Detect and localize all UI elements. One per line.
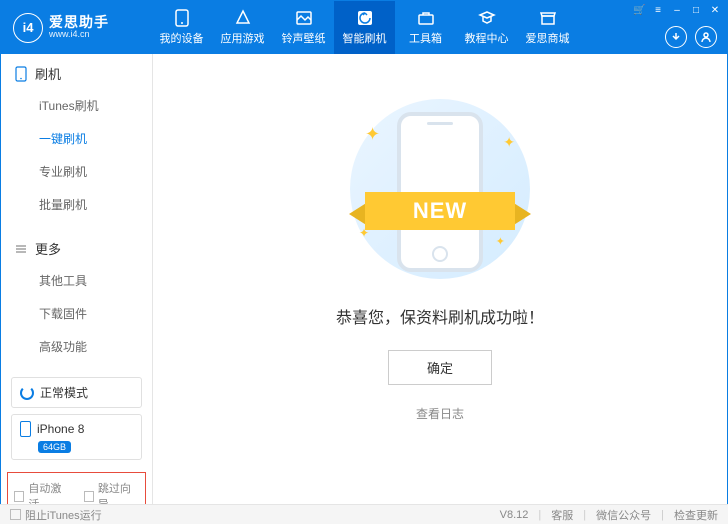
- sidebar-item-itunes-flash[interactable]: iTunes刷机: [1, 89, 152, 122]
- more-icon: [15, 243, 27, 255]
- maximize-icon[interactable]: □: [690, 5, 702, 16]
- nav-apps[interactable]: 应用游戏: [212, 1, 273, 54]
- menu-icon[interactable]: ≡: [652, 5, 664, 16]
- view-log-link[interactable]: 查看日志: [416, 405, 464, 422]
- app-title: 爱思助手: [49, 15, 109, 30]
- phone-icon: [15, 66, 27, 82]
- wallpaper-icon: [295, 9, 313, 27]
- sidebar-item-other-tools[interactable]: 其他工具: [1, 264, 152, 297]
- nav-flash[interactable]: 智能刷机: [334, 1, 395, 54]
- app-url: www.i4.cn: [49, 30, 109, 40]
- sidebar-section-flash: 刷机: [1, 54, 152, 89]
- spinner-icon: [20, 386, 34, 400]
- download-button[interactable]: [665, 26, 687, 48]
- storage-badge: 64GB: [38, 441, 71, 453]
- star-icon: ✦: [503, 134, 515, 151]
- footer-link-wechat[interactable]: 微信公众号: [596, 507, 651, 523]
- check-label: 阻止iTunes运行: [25, 507, 102, 523]
- device-icon: [173, 9, 191, 27]
- success-illustration: ✦ ✦ ✦ ✦ NEW: [345, 94, 535, 284]
- close-icon[interactable]: ✕: [709, 5, 721, 16]
- main-content: ✦ ✦ ✦ ✦ NEW 恭喜您，保资料刷机成功啦！ 确定 查看日志: [153, 54, 727, 505]
- ribbon-text: NEW: [365, 192, 515, 230]
- phone-icon: [20, 421, 31, 437]
- logo-area: i4 爱思助手 www.i4.cn: [1, 13, 151, 43]
- sidebar-item-advanced[interactable]: 高级功能: [1, 330, 152, 363]
- section-title: 刷机: [35, 64, 61, 83]
- top-nav: 我的设备 应用游戏 铃声壁纸 智能刷机 工具箱 教程中心 爱思商城: [151, 1, 578, 54]
- footer-link-support[interactable]: 客服: [551, 507, 573, 523]
- device-name: iPhone 8: [37, 422, 84, 436]
- checkbox-icon: [14, 491, 24, 502]
- mode-label: 正常模式: [40, 384, 88, 401]
- toolbox-icon: [417, 9, 435, 27]
- nav-toolbox[interactable]: 工具箱: [395, 1, 456, 54]
- sidebar-item-download-firmware[interactable]: 下载固件: [1, 297, 152, 330]
- version-label: V8.12: [500, 509, 529, 521]
- nav-label: 教程中心: [465, 30, 509, 46]
- flash-icon: [356, 9, 374, 27]
- nav-store[interactable]: 爱思商城: [517, 1, 578, 54]
- nav-label: 工具箱: [409, 30, 442, 46]
- checkbox-icon: [10, 509, 21, 520]
- sidebar-item-batch-flash[interactable]: 批量刷机: [1, 188, 152, 221]
- device-info[interactable]: iPhone 8 64GB: [11, 414, 142, 460]
- sidebar-item-oneclick-flash[interactable]: 一键刷机: [1, 122, 152, 155]
- nav-label: 我的设备: [160, 30, 204, 46]
- nav-label: 智能刷机: [343, 30, 387, 46]
- logo-icon: i4: [13, 13, 43, 43]
- sidebar-section-more: 更多: [1, 229, 152, 264]
- ok-button[interactable]: 确定: [388, 350, 492, 385]
- nav-tutorial[interactable]: 教程中心: [456, 1, 517, 54]
- checkbox-icon: [84, 491, 94, 502]
- nav-ringtones[interactable]: 铃声壁纸: [273, 1, 334, 54]
- store-icon: [539, 9, 557, 27]
- cart-icon[interactable]: 🛒: [633, 5, 645, 16]
- success-message: 恭喜您，保资料刷机成功啦！: [336, 304, 544, 328]
- status-bar: 阻止iTunes运行 V8.12 | 客服 | 微信公众号 | 检查更新: [0, 504, 728, 524]
- app-header: i4 爱思助手 www.i4.cn 我的设备 应用游戏 铃声壁纸 智能刷机 工具…: [1, 1, 727, 54]
- nav-label: 爱思商城: [526, 30, 570, 46]
- footer-link-update[interactable]: 检查更新: [674, 507, 718, 523]
- apps-icon: [234, 9, 252, 27]
- nav-label: 铃声壁纸: [282, 30, 326, 46]
- sidebar: 刷机 iTunes刷机 一键刷机 专业刷机 批量刷机 更多 其他工具 下载固件 …: [1, 54, 153, 505]
- nav-label: 应用游戏: [221, 30, 265, 46]
- minimize-icon[interactable]: –: [671, 5, 683, 16]
- window-controls: 🛒 ≡ – □ ✕: [633, 5, 721, 16]
- section-title: 更多: [35, 239, 61, 258]
- star-icon: ✦: [365, 124, 380, 145]
- mode-status[interactable]: 正常模式: [11, 377, 142, 408]
- sidebar-item-pro-flash[interactable]: 专业刷机: [1, 155, 152, 188]
- tutorial-icon: [478, 9, 496, 27]
- user-button[interactable]: [695, 26, 717, 48]
- checkbox-block-itunes[interactable]: 阻止iTunes运行: [10, 507, 102, 523]
- new-ribbon: NEW: [345, 186, 535, 240]
- nav-my-device[interactable]: 我的设备: [151, 1, 212, 54]
